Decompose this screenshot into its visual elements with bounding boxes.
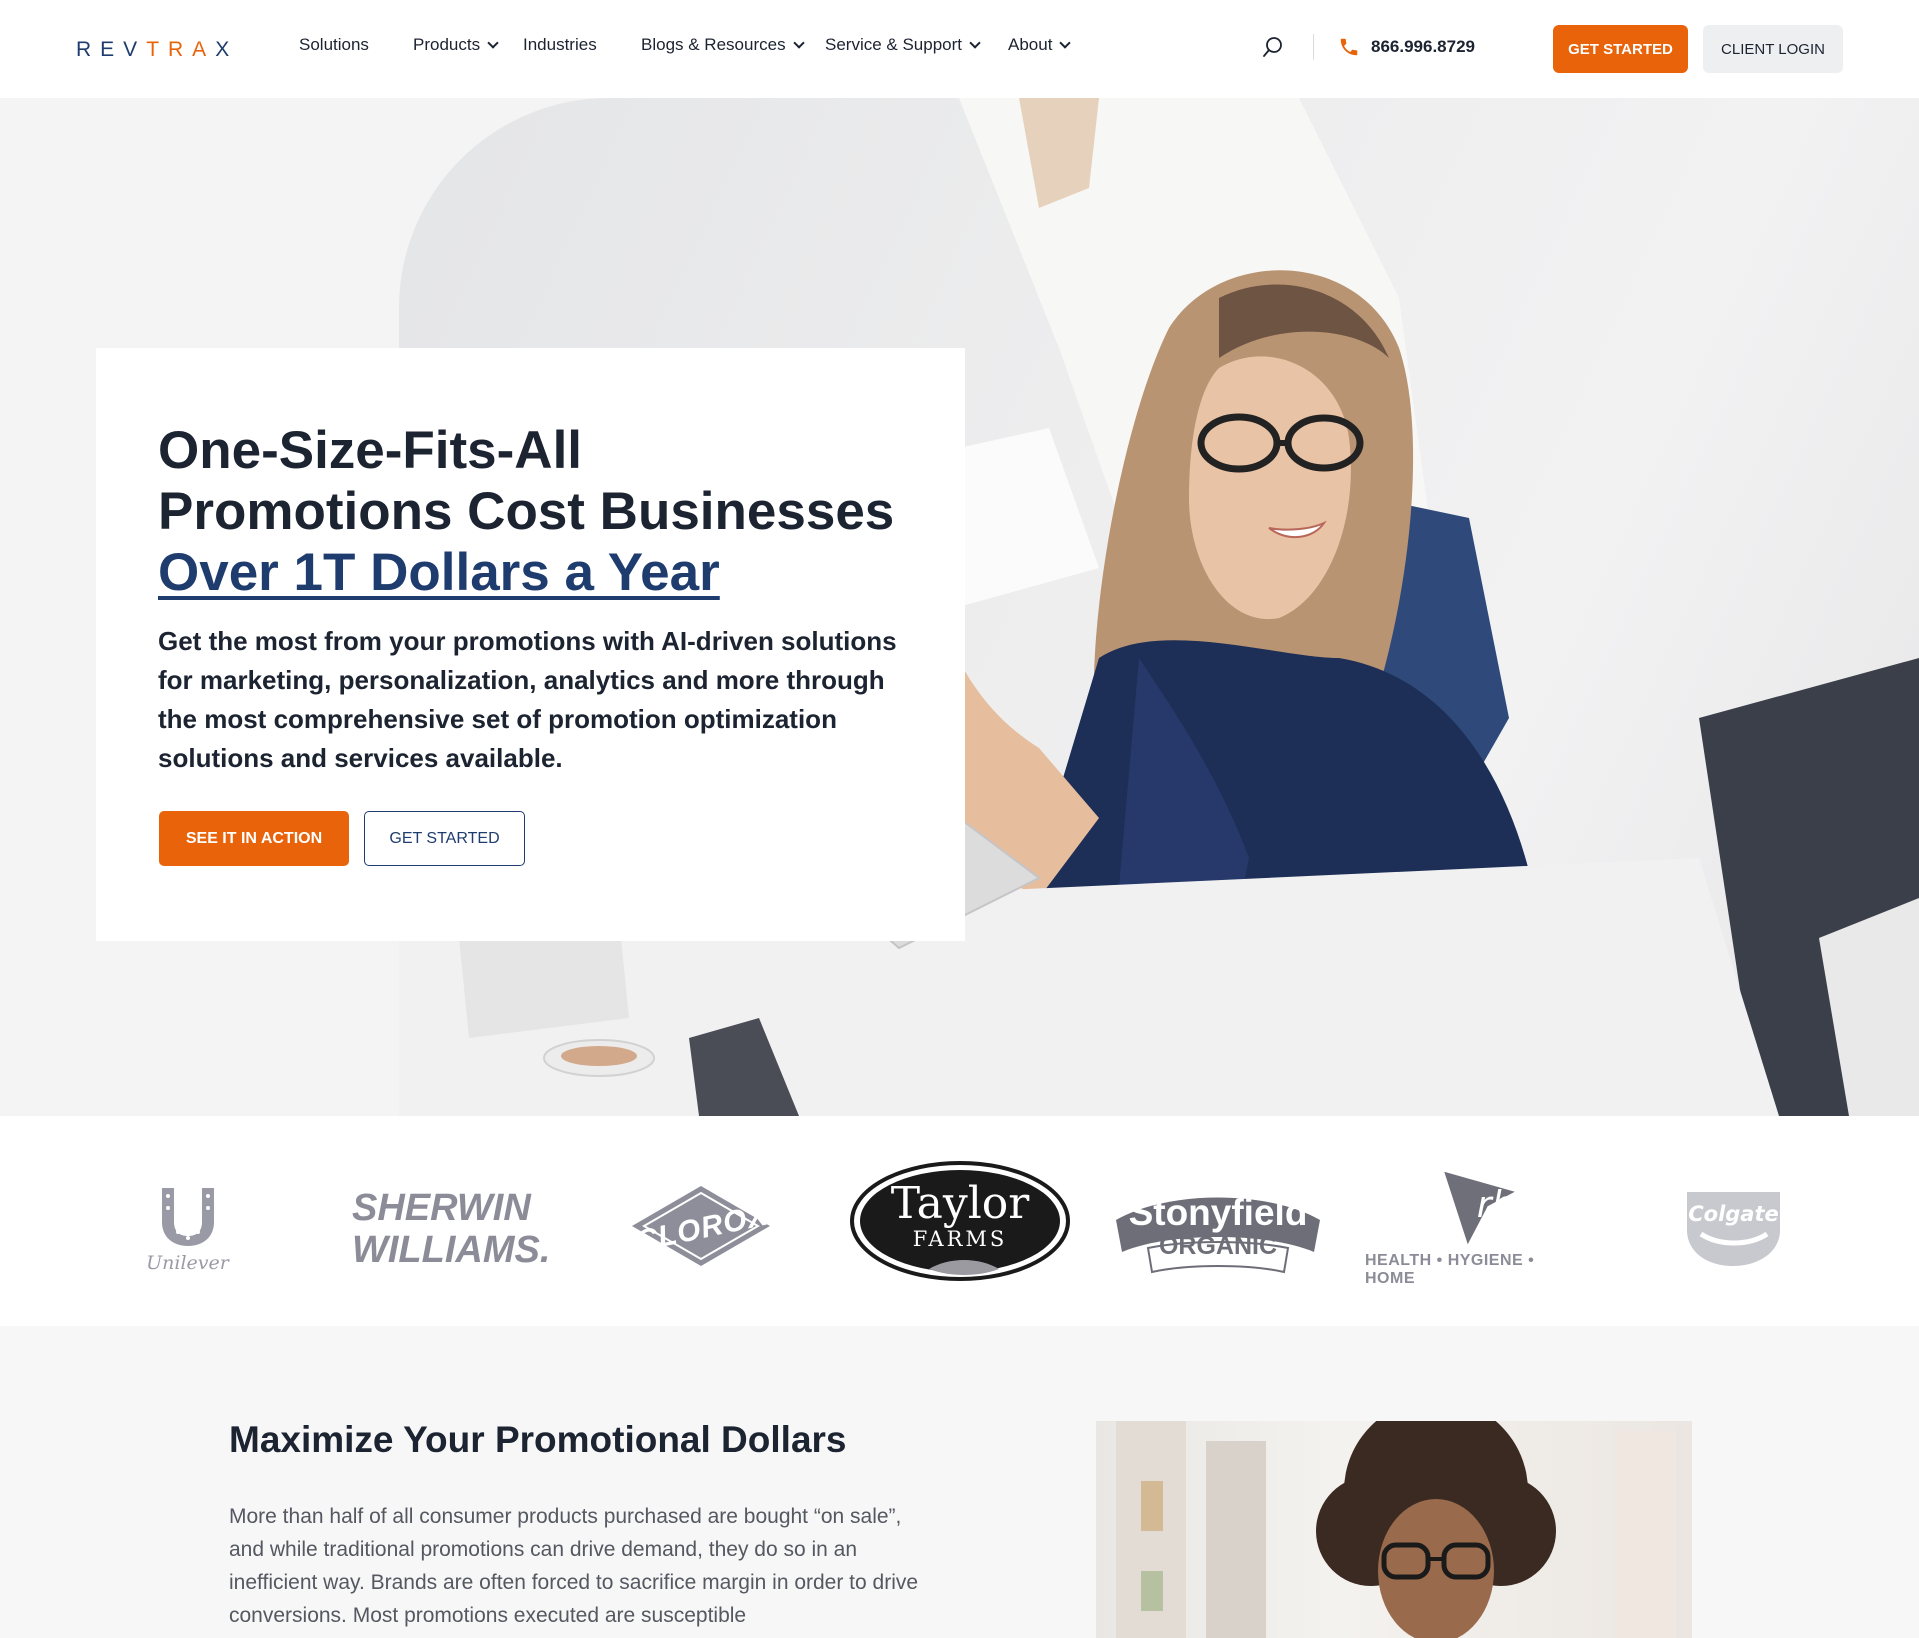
phone-icon [1338,36,1360,58]
sherwin-line2: WILLIAMS. [352,1229,551,1271]
hero-title-highlight: Over 1T Dollars a Year [158,543,720,602]
hero-subtitle: Get the most from your promotions with A… [158,626,897,773]
chevron-down-icon [792,36,805,49]
rb-tagline: HEALTH • HYGIENE • HOME [1365,1252,1535,1287]
sherwin-line1: SHERWIN [352,1187,531,1229]
client-login-button[interactable]: CLIENT LOGIN [1703,25,1843,73]
unilever-wordmark: Unilever [146,1252,229,1274]
nav-industries[interactable]: Industries [523,35,597,55]
taylor-farms-logo: Taylor FARMS [849,1161,1071,1285]
section-title: Maximize Your Promotional Dollars [229,1419,847,1460]
nav-label: Blogs & Resources [641,35,786,54]
logo-text: REVTRAX [76,38,239,61]
rb-mark: rb [1477,1183,1515,1226]
colgate-wordmark: Colgate [1688,1202,1779,1226]
nav-solutions[interactable]: Solutions [299,35,369,55]
header-divider [1313,34,1314,60]
nav-blogs-resources[interactable]: Blogs & Resources [641,35,805,55]
taylor-line2: FARMS [912,1227,1008,1251]
hero-title-line1: One-Size-Fits-All [158,421,583,480]
see-it-in-action-button[interactable]: SEE IT IN ACTION [159,811,349,866]
nav-label: Solutions [299,35,369,54]
chevron-down-icon [969,36,981,49]
clorox-logo: CLOROX [630,1184,775,1274]
nav-label: About [1008,35,1053,54]
section-body: More than half of all consumer products … [229,1505,919,1627]
taylor-line1: Taylor [890,1178,1030,1229]
hero-get-started-button[interactable]: GET STARTED [364,811,525,866]
chevron-down-icon [1059,36,1072,49]
revtrax-logo[interactable]: REVTRAX [76,38,238,62]
client-logos-strip: Unilever SHERWIN WILLIAMS. CLOROX Taylor… [0,1116,1919,1326]
search-icon[interactable] [1262,36,1284,58]
unilever-logo: Unilever [140,1180,235,1280]
sherwin-williams-logo: SHERWIN WILLIAMS. [352,1184,550,1274]
nav-products[interactable]: Products [413,35,499,55]
site-header: REVTRAX Solutions Products Industries Bl… [0,0,1919,98]
hero-title: One-Size-Fits-All Promotions Cost Busine… [158,420,938,603]
nav-about[interactable]: About [1008,35,1072,55]
rb-logo: rb HEALTH • HYGIENE • HOME [1365,1170,1585,1288]
phone-number-link[interactable]: 866.996.8729 [1371,37,1475,57]
header-get-started-button[interactable]: GET STARTED [1553,25,1688,73]
chevron-down-icon [487,36,499,49]
nav-label: Industries [523,35,597,54]
stonyfield-line1: Stonyfield [1128,1192,1308,1233]
nav-label: Service & Support [825,35,963,54]
hero-title-line2: Promotions Cost Businesses [158,482,895,541]
stonyfield-line2: ORGANIC [1158,1232,1278,1260]
section-photo [1096,1421,1692,1638]
nav-service-support[interactable]: Service & Support [825,35,981,55]
nav-label: Products [413,35,481,54]
colgate-logo: Colgate [1683,1186,1784,1268]
stonyfield-logo: Stonyfield ORGANIC [1108,1186,1328,1278]
